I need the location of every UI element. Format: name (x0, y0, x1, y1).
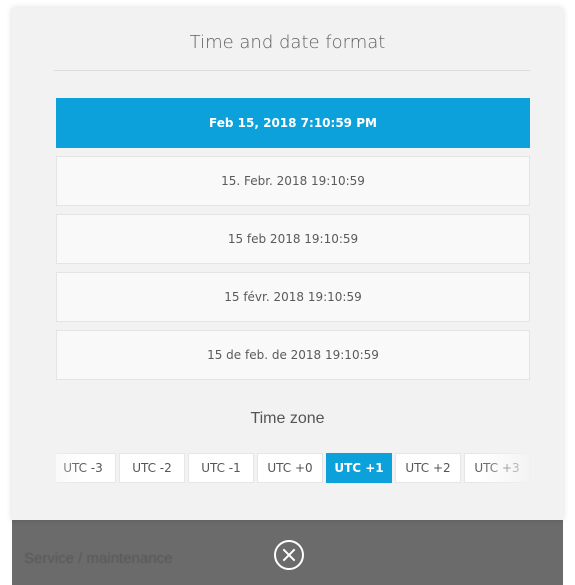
timezone-option-utc-plus-2[interactable]: UTC +2 (395, 453, 461, 483)
timezone-option-utc-0[interactable]: UTC +0 (257, 453, 323, 483)
timezone-option-utc-minus-2[interactable]: UTC -2 (119, 453, 185, 483)
timezone-label: Time zone (250, 410, 325, 427)
timezone-selector[interactable]: UTC -3 UTC -2 UTC -1 UTC +0 UTC +1 UTC +… (56, 453, 530, 485)
timezone-option-utc-plus-1[interactable]: UTC +1 (326, 453, 392, 483)
time-date-format-dialog: Time and date format Feb 15, 2018 7:10:5… (12, 8, 563, 520)
background-menu-text: Service / maintenance (24, 550, 173, 567)
format-option-1[interactable]: Feb 15, 2018 7:10:59 PM (56, 98, 530, 148)
timezone-option-utc-minus-1[interactable]: UTC -1 (188, 453, 254, 483)
title-divider (54, 70, 530, 71)
format-option-4[interactable]: 15 févr. 2018 19:10:59 (56, 272, 530, 322)
dialog-title: Time and date format (189, 32, 386, 53)
format-option-3[interactable]: 15 feb 2018 19:10:59 (56, 214, 530, 264)
timezone-option-utc-plus-3[interactable]: UTC +3 (464, 453, 530, 483)
close-icon[interactable] (274, 540, 304, 570)
timezone-option-utc-minus-3[interactable]: UTC -3 (56, 453, 116, 483)
timezone-track: UTC -3 UTC -2 UTC -1 UTC +0 UTC +1 UTC +… (56, 453, 530, 485)
format-option-5[interactable]: 15 de feb. de 2018 19:10:59 (56, 330, 530, 380)
format-list: Feb 15, 2018 7:10:59 PM 15. Febr. 2018 1… (56, 98, 530, 388)
format-option-2[interactable]: 15. Febr. 2018 19:10:59 (56, 156, 530, 206)
